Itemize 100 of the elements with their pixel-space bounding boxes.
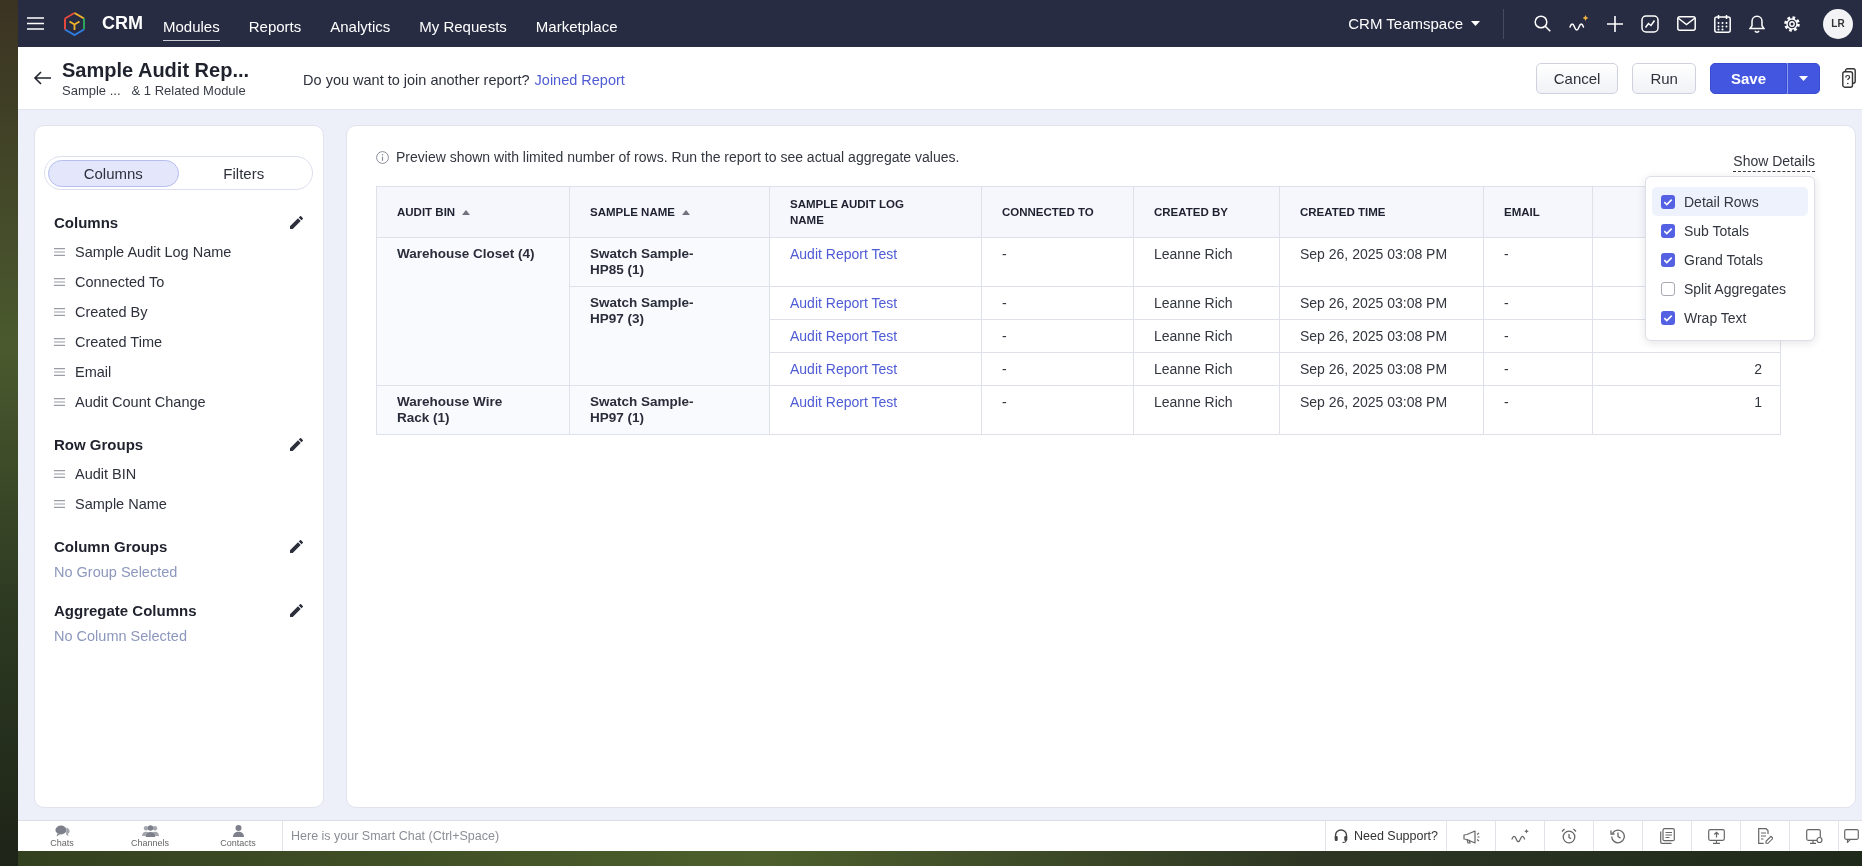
people-group-icon — [141, 824, 159, 837]
table-cell: - — [981, 385, 1134, 435]
chart-icon[interactable] — [1641, 14, 1659, 33]
checkbox[interactable] — [1661, 252, 1675, 267]
headset-icon — [1333, 829, 1348, 843]
drag-handle-icon[interactable] — [54, 248, 65, 256]
show-details-link[interactable]: Show Details — [1733, 153, 1815, 172]
drag-handle-icon[interactable] — [54, 308, 65, 316]
plus-icon[interactable] — [1607, 15, 1623, 32]
save-button[interactable]: Save — [1709, 62, 1787, 94]
table-cell: - — [1483, 385, 1593, 435]
bell-icon[interactable] — [1749, 14, 1765, 33]
nav-tab[interactable]: Marketplace — [535, 10, 618, 41]
related-modules: & 1 Related Module — [131, 83, 246, 98]
empty-note: No Group Selected — [54, 564, 178, 580]
dock-app-button[interactable]: Contacts — [194, 821, 282, 851]
column-header[interactable]: SAMPLE NAME — [569, 186, 770, 238]
record-link[interactable]: Audit Report Test — [790, 394, 898, 410]
checkbox[interactable] — [1661, 281, 1675, 296]
history-icon[interactable] — [1610, 828, 1626, 844]
back-arrow-icon[interactable] — [33, 71, 51, 85]
field-label: Audit Count Change — [75, 394, 206, 410]
megaphone-icon[interactable] — [1462, 828, 1480, 844]
nav-tab[interactable]: Analytics — [330, 10, 391, 41]
field-label: Created By — [75, 304, 148, 320]
notes-stack-icon[interactable] — [1659, 828, 1675, 844]
empty-note: No Column Selected — [54, 628, 187, 644]
drag-handle-icon[interactable] — [54, 338, 65, 346]
drag-handle-icon[interactable] — [54, 368, 65, 376]
table-cell: 2 — [1592, 352, 1781, 386]
drag-handle-icon[interactable] — [54, 470, 65, 478]
calendar-icon[interactable] — [1714, 14, 1731, 33]
menu-item[interactable]: Sub Totals — [1652, 216, 1808, 245]
table-cell: Sep 26, 2025 03:08 PM — [1279, 237, 1484, 287]
joined-report-link[interactable]: Joined Report — [534, 71, 625, 88]
pencil-icon[interactable] — [290, 215, 303, 229]
column-header[interactable]: EMAIL — [1483, 186, 1593, 238]
table-cell: - — [1483, 286, 1593, 320]
checkbox[interactable] — [1661, 310, 1675, 325]
record-link[interactable]: Audit Report Test — [790, 246, 898, 262]
envelope-icon[interactable] — [1677, 16, 1696, 31]
info-icon — [376, 150, 389, 164]
caret-down-icon — [1799, 75, 1808, 81]
table-cell: - — [1483, 319, 1593, 353]
checkbox[interactable] — [1661, 194, 1675, 209]
action-button[interactable]: Cancel — [1535, 62, 1619, 94]
avatar[interactable]: LR — [1823, 8, 1853, 39]
search-icon[interactable] — [1534, 15, 1551, 32]
squiggle-sparkle-icon[interactable] — [1569, 15, 1589, 32]
column-header[interactable]: SAMPLE AUDIT LOG NAME — [769, 186, 982, 238]
checkbox[interactable] — [1661, 223, 1675, 238]
field-label: Email — [75, 364, 112, 380]
caret-down-icon — [1471, 21, 1480, 26]
drag-handle-icon[interactable] — [54, 278, 65, 286]
nav-tab[interactable]: Reports — [248, 10, 302, 41]
nav-tab[interactable]: My Requests — [419, 10, 507, 41]
table-cell: Sep 26, 2025 03:08 PM — [1279, 319, 1484, 353]
column-header[interactable]: CREATED TIME — [1279, 186, 1484, 238]
alarm-clock-icon[interactable] — [1561, 828, 1577, 844]
dock-app-button[interactable]: Channels — [106, 821, 194, 851]
pencil-icon[interactable] — [290, 539, 303, 553]
nav-tab[interactable]: Modules — [163, 10, 220, 41]
menu-item[interactable]: Grand Totals — [1652, 245, 1808, 274]
column-header[interactable]: CREATED BY — [1133, 186, 1280, 238]
settings-icon[interactable] — [1783, 14, 1801, 33]
group-cell: Warehouse Closet (4) — [376, 237, 570, 386]
product-name: CRM — [102, 13, 143, 34]
menu-item[interactable]: Detail Rows — [1652, 187, 1808, 216]
support-button[interactable]: Need Support? — [1326, 820, 1446, 851]
dock-app-button[interactable]: Chats — [18, 821, 106, 851]
panel-tab[interactable]: Filters — [178, 159, 309, 187]
speech-bubble-icon[interactable] — [1844, 829, 1859, 843]
section-heading: Row Groups — [54, 435, 144, 453]
table-cell: Sep 26, 2025 03:08 PM — [1279, 385, 1484, 435]
column-header[interactable]: AUDIT BIN — [376, 186, 570, 238]
column-header[interactable]: CONNECTED TO — [981, 186, 1134, 238]
save-options-button[interactable] — [1787, 62, 1820, 94]
pencil-icon[interactable] — [290, 437, 303, 451]
group-cell: Swatch Sample-HP85 (1) — [569, 237, 770, 287]
document-edit-icon[interactable] — [1757, 828, 1773, 844]
section-heading: Aggregate Columns — [54, 601, 197, 619]
field-label: Created Time — [75, 334, 163, 350]
smart-chat-field[interactable]: Here is your Smart Chat (Ctrl+Space) — [282, 820, 1326, 851]
report-title: Sample Audit Rep... — [62, 58, 250, 82]
group-cell: Swatch Sample-HP97 (1) — [569, 385, 770, 435]
field-label: Audit BIN — [75, 466, 137, 482]
action-button[interactable]: Run — [1632, 62, 1696, 94]
monitor-upload-icon[interactable] — [1707, 828, 1725, 844]
drag-handle-icon[interactable] — [54, 500, 65, 508]
menu-item[interactable]: Split Aggregates — [1652, 274, 1808, 303]
menu-item[interactable]: Wrap Text — [1652, 303, 1808, 332]
workspace-dropdown[interactable]: CRM Teamspace — [1348, 15, 1480, 32]
menu-icon[interactable] — [27, 17, 44, 30]
help-document-icon[interactable] — [1842, 68, 1856, 88]
table-cell: Leanne Rich — [1133, 237, 1280, 287]
panel-tab[interactable]: Columns — [48, 159, 179, 187]
table-cell: - — [981, 352, 1134, 386]
pencil-icon[interactable] — [290, 603, 303, 617]
drag-handle-icon[interactable] — [54, 398, 65, 406]
hexagon-cube-icon — [64, 11, 85, 36]
